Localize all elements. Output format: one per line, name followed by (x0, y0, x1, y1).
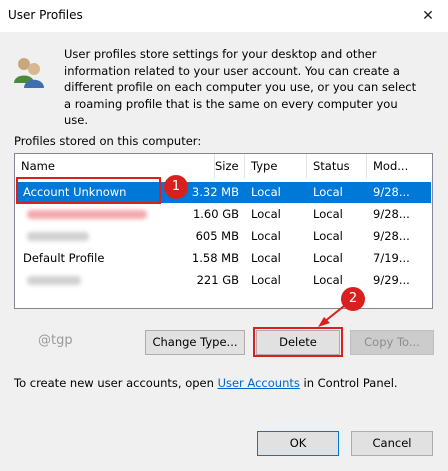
redacted-name (27, 210, 147, 219)
close-button[interactable]: ✕ (408, 0, 448, 32)
column-header-name[interactable]: Name (15, 154, 215, 178)
redacted-name (27, 276, 81, 285)
row-type: Local (251, 273, 281, 287)
list-header: Name Size Type Status Mod... (15, 154, 432, 178)
ok-button[interactable]: OK (257, 431, 339, 456)
close-icon: ✕ (422, 8, 434, 24)
user-accounts-link[interactable]: User Accounts (218, 376, 300, 390)
row-status: Local (313, 273, 343, 287)
row-status: Local (313, 229, 343, 243)
footer-prefix: To create new user accounts, open (14, 376, 218, 390)
row-modified: 9/28... (373, 229, 410, 243)
description-text: User profiles store settings for your de… (64, 47, 417, 127)
title-bar: User Profiles ✕ (0, 0, 448, 32)
row-type: Local (251, 251, 281, 265)
row-type: Local (251, 207, 281, 221)
row-type: Local (251, 229, 281, 243)
row-name: Default Profile (23, 251, 105, 265)
redacted-name (27, 232, 89, 241)
row-status: Local (313, 185, 343, 199)
column-header-modified[interactable]: Mod... (367, 154, 432, 178)
row-type: Local (251, 185, 281, 199)
table-row[interactable]: 221 GB Local Local 9/29... (17, 270, 431, 291)
column-header-status[interactable]: Status (307, 154, 367, 178)
cancel-button[interactable]: Cancel (351, 431, 433, 456)
row-size: 221 GB (196, 273, 239, 287)
annotation-badge-1: 1 (164, 175, 188, 199)
row-size: 1.60 GB (192, 207, 239, 221)
profiles-label: Profiles stored on this computer: (14, 134, 202, 148)
annotation-badge-2: 2 (341, 287, 365, 311)
row-modified: 9/28... (373, 207, 410, 221)
copy-to-button[interactable]: Copy To... (350, 330, 434, 355)
row-size: 1.58 MB (191, 251, 239, 265)
table-row[interactable]: Default Profile 1.58 MB Local Local 7/19... (17, 248, 431, 269)
row-status: Local (313, 251, 343, 265)
footer-suffix: in Control Panel. (299, 376, 398, 390)
column-header-type[interactable]: Type (245, 154, 307, 178)
table-row[interactable]: 605 MB Local Local 9/28... (17, 226, 431, 247)
row-modified: 9/29... (373, 273, 410, 287)
footer-text: To create new user accounts, open User A… (14, 376, 398, 390)
row-status: Local (313, 207, 343, 221)
annotation-box-1 (16, 177, 161, 204)
users-icon (12, 55, 46, 89)
row-modified: 7/19... (373, 251, 410, 265)
table-row[interactable]: 1.60 GB Local Local 9/28... (17, 204, 431, 225)
column-header-size[interactable]: Size (215, 154, 245, 178)
annotation-box-2 (253, 327, 343, 357)
window-title: User Profiles (8, 8, 83, 22)
change-type-button[interactable]: Change Type... (145, 330, 245, 355)
watermark: @tgp (38, 333, 73, 348)
row-modified: 9/28... (373, 185, 410, 199)
row-size: 605 MB (195, 229, 239, 243)
